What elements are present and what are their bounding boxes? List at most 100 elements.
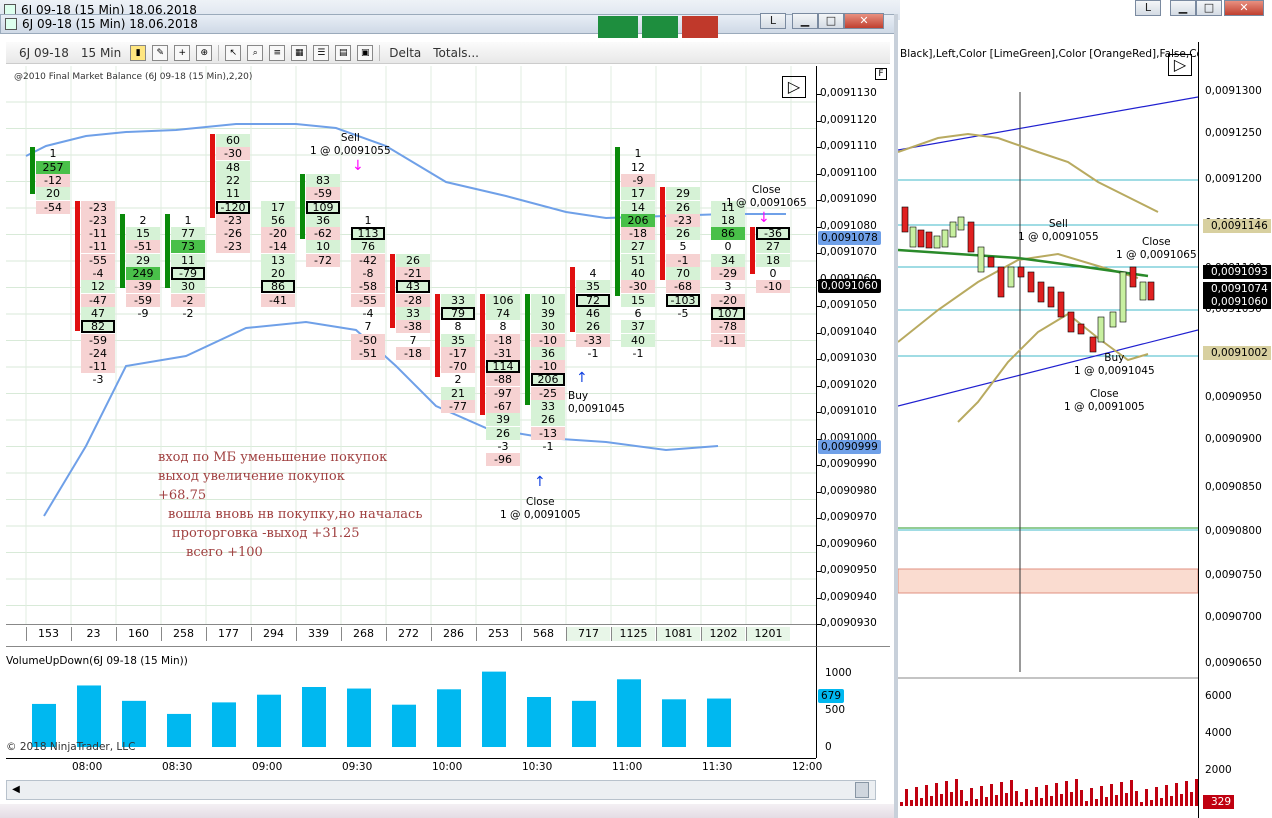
pin-icon[interactable]: ⊕ (196, 44, 213, 61)
total-cell: 339 (296, 627, 340, 641)
buy-arrow-icon: ↑ (534, 474, 546, 490)
right-volume-axis-label: 6000 (1205, 690, 1232, 702)
footprint-cell: -10 (531, 360, 565, 374)
footprint-cell: 257 (36, 160, 70, 174)
price-axis-tick (817, 544, 821, 546)
candle (1017, 266, 1025, 278)
sell-arrow-icon: ↓ (352, 158, 364, 174)
footprint-cell: 109 (306, 200, 340, 214)
total-cell: 1081 (656, 627, 700, 641)
note-line: выход увеличение покупок (158, 469, 345, 484)
right-axis-label: 0,0090900 (1205, 433, 1262, 445)
volume-bar (167, 713, 191, 747)
candle-body (75, 200, 80, 331)
f-button[interactable]: F (875, 68, 887, 80)
candle (901, 206, 909, 233)
data-box-icon[interactable]: ▤ (335, 44, 352, 61)
right-maximize-button[interactable]: □ (1196, 0, 1222, 16)
candle (933, 235, 941, 249)
candle (997, 266, 1005, 298)
right-scroll-end-icon[interactable]: ▷ (1168, 54, 1192, 76)
close-label: Close 1 @ 0,0091065 (726, 184, 807, 209)
footprint-cell: -23 (216, 240, 250, 254)
footprint-cell: 83 (306, 173, 340, 187)
candle-body (615, 147, 620, 297)
footprint-cell: -72 (306, 253, 340, 267)
volume-axis-label: 0 (825, 741, 832, 753)
bar-type-icon[interactable]: ▮ (130, 44, 147, 61)
minimize-button[interactable]: ▁ (792, 13, 818, 29)
volume-bar (392, 704, 416, 747)
candle-body (435, 293, 440, 378)
pencil-icon[interactable]: ✎ (152, 44, 169, 61)
footprint-cell: -14 (261, 240, 295, 254)
link-button[interactable]: L (760, 13, 786, 29)
buy-label: Buy 0,0091045 (568, 390, 625, 415)
price-axis[interactable]: F 0,0091130 0,0091120 0,0091110 0,0091100 0,… (816, 66, 890, 646)
footprint-cell: 40 (621, 333, 655, 347)
candle (909, 226, 917, 248)
footprint-cell: 26 (396, 253, 430, 267)
instrument-select[interactable]: 6J 09-18 (16, 46, 72, 60)
right-close-button[interactable]: ✕ (1224, 0, 1264, 16)
zoom-icon[interactable]: ⌕ (247, 44, 264, 61)
footprint-cell: -1 (666, 253, 700, 267)
footprint-cell: 26 (666, 227, 700, 241)
footprint-chart[interactable]: @2010 Final Market Balance (6J 09-18 (15… (6, 66, 816, 626)
cursor-icon[interactable]: ↖ (225, 44, 242, 61)
totals-dropdown[interactable]: Totals... (430, 46, 482, 60)
right-axis-label: 0,0090650 (1205, 657, 1262, 669)
footprint-cell: -68 (666, 280, 700, 294)
price-axis-tick (817, 412, 821, 413)
footprint-cell: 17 (621, 187, 655, 201)
plus-icon[interactable]: + (174, 44, 191, 61)
window-title: 6J 09-18 (15 Min) 18.06.2018 (22, 17, 198, 31)
right-price-chart[interactable]: Black],Left,Color [LimeGreen],Color [Ora… (898, 42, 1198, 818)
volume-bar (482, 671, 506, 747)
footprint-cell: -1 (632, 346, 644, 360)
footprint-cell: 12 (631, 160, 645, 174)
screenshot-icon[interactable]: ▣ (357, 44, 374, 61)
maximize-button[interactable]: □ (818, 13, 844, 29)
right-minimize-button[interactable]: ▁ (1170, 0, 1196, 16)
indicator-icon[interactable]: ≡ (269, 44, 286, 61)
candle (917, 229, 925, 248)
candle-body (30, 147, 35, 194)
footprint-cell: -26 (216, 227, 250, 241)
footprint-cell: 70 (666, 267, 700, 280)
horizontal-scrollbar[interactable]: ◀ (6, 780, 876, 800)
right-price-axis[interactable]: 0,00913000,00912500,00912000,00911500,00… (1198, 42, 1272, 818)
footprint-cell: 27 (756, 240, 790, 254)
footprint-cell: 17 (261, 200, 295, 214)
right-tag-1: 0,0091146 (1203, 219, 1271, 233)
footprint-cell: -25 (531, 386, 565, 400)
footprint-cell: -12 (36, 173, 70, 187)
footprint-cell: 29 (126, 253, 160, 267)
interval-select[interactable]: 15 Min (78, 46, 124, 60)
footprint-cell: -51 (126, 240, 160, 254)
footprint-cell: 21 (441, 386, 475, 400)
footprint-cell: -67 (486, 400, 520, 413)
close-button[interactable]: ✕ (844, 13, 884, 29)
candle-body (120, 213, 125, 289)
footprint-cell: 29 (666, 187, 700, 201)
properties-icon[interactable]: ☰ (313, 44, 330, 61)
footprint-cell: 86 (711, 227, 745, 241)
footprint-cell: 36 (306, 213, 340, 227)
right-link-button[interactable]: L (1135, 0, 1161, 16)
strategy-icon[interactable]: ▦ (291, 44, 308, 61)
delta-dropdown[interactable]: Delta (386, 46, 424, 60)
scroll-end-icon[interactable]: ▷ (782, 76, 806, 98)
price-axis-label: 0,0091020 (820, 378, 877, 391)
total-cell: 23 (71, 627, 115, 641)
footprint-cell: -59 (126, 293, 160, 307)
footprint-cell: 51 (621, 253, 655, 267)
footprint-cell: -51 (351, 346, 385, 360)
scroll-left-icon[interactable]: ◀ (7, 781, 25, 799)
footprint-cell: 7 (409, 333, 417, 347)
right-axis-label: 0,0090850 (1205, 481, 1262, 493)
volume-panel[interactable]: VolumeUpDown(6J 09-18 (15 Min)) © 2018 N… (6, 646, 816, 758)
footprint-cell: 8 (454, 320, 462, 334)
footprint-cell: 1 (184, 213, 192, 227)
scroll-thumb[interactable] (855, 782, 869, 798)
